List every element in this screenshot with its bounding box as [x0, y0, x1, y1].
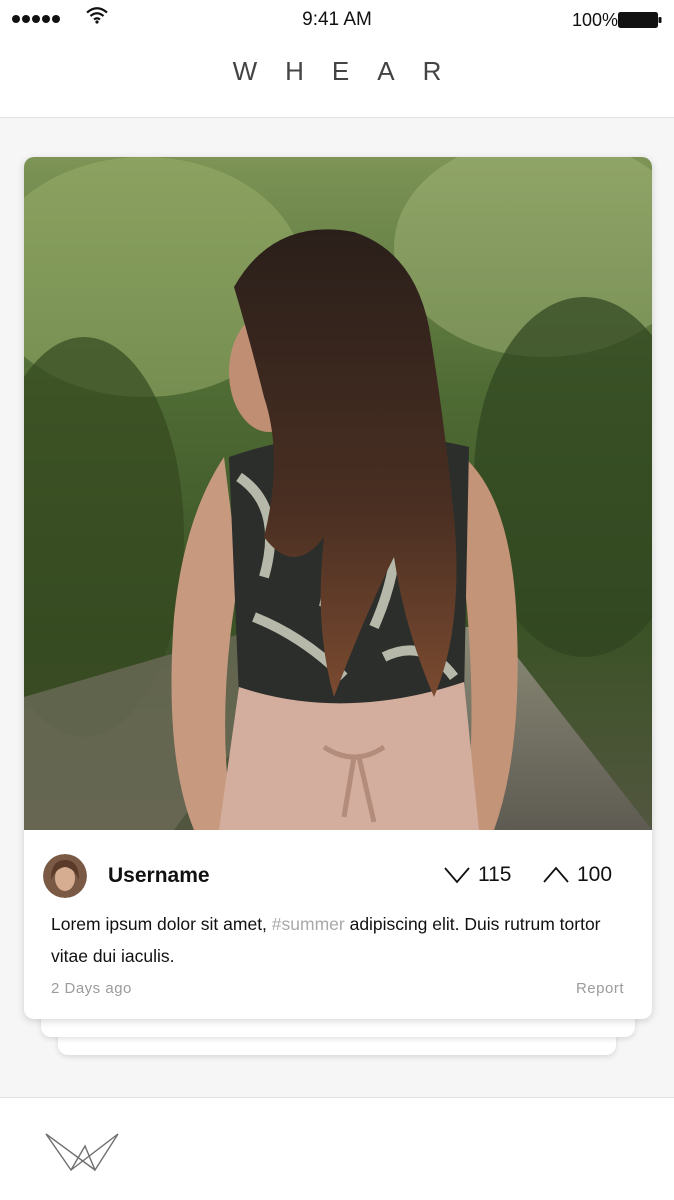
tab-bar: [0, 1097, 674, 1200]
chevron-down-icon: [444, 867, 470, 884]
username[interactable]: Username: [108, 864, 210, 888]
post-photo[interactable]: [24, 157, 652, 830]
report-link[interactable]: Report: [576, 980, 624, 997]
whear-logo-icon[interactable]: [45, 1132, 119, 1172]
avatar[interactable]: [43, 854, 87, 898]
caption-text-start: Lorem ipsum dolor sit amet,: [51, 914, 272, 934]
chevron-up-icon: [543, 866, 569, 883]
downvote-button[interactable]: 115: [444, 863, 511, 887]
upvote-count: 100: [577, 863, 613, 886]
battery-percent: 100%: [571, 10, 618, 30]
battery-icon: [618, 12, 662, 28]
downvote-count: 115: [478, 863, 512, 886]
post-timestamp: 2 Days ago: [51, 980, 132, 997]
hashtag-link[interactable]: #summer: [272, 914, 345, 934]
app-title: WHEAR: [232, 56, 470, 86]
post-caption: Lorem ipsum dolor sit amet, #summer adip…: [51, 908, 641, 972]
header-bar: 9:41 AM 100% WHEAR: [0, 0, 674, 118]
upvote-button[interactable]: 100: [543, 863, 612, 887]
status-bar: 9:41 AM 100%: [0, 0, 674, 40]
post-card[interactable]: Username 115 100 Lorem ipsum dolor sit a…: [24, 157, 652, 1019]
